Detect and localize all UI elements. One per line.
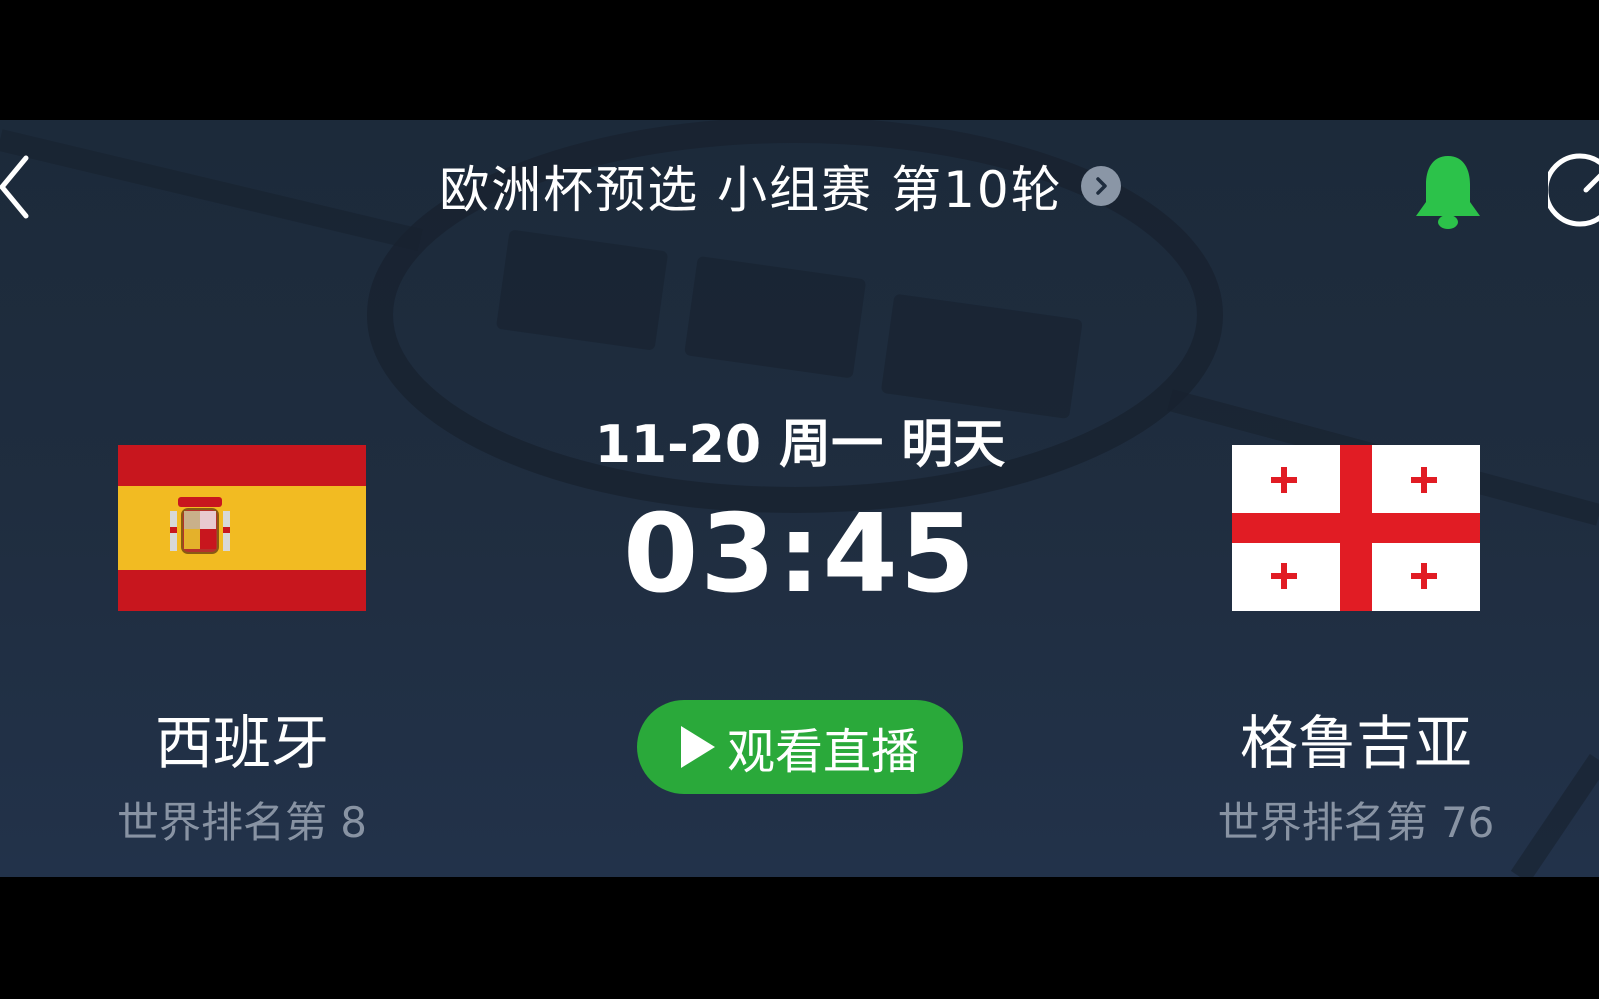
home-team-name[interactable]: 西班牙 — [52, 705, 432, 781]
match-header-panel: 欧洲杯预选 小组赛 第10轮 11-20 周一 明天 03:45 观看直播 西班… — [0, 120, 1599, 877]
away-team-rank: 世界排名第 76 — [1217, 798, 1495, 847]
bell-icon[interactable] — [1410, 150, 1486, 232]
refresh-icon[interactable] — [1548, 152, 1599, 228]
play-icon — [680, 726, 715, 768]
chevron-right-icon — [1080, 166, 1121, 206]
back-icon[interactable] — [0, 152, 40, 222]
competition-title[interactable]: 欧洲杯预选 小组赛 第10轮 — [380, 156, 1180, 219]
home-team-rank: 世界排名第 8 — [116, 798, 368, 847]
match-date: 11-20 周一 明天 — [594, 415, 1006, 475]
app-frame: 欧洲杯预选 小组赛 第10轮 11-20 周一 明天 03:45 观看直播 西班… — [0, 0, 1599, 999]
competition-title-text: 欧洲杯预选 小组赛 第10轮 — [439, 161, 1063, 219]
kickoff-time: 03:45 — [623, 492, 977, 617]
georgia-flag — [1232, 445, 1480, 611]
watch-live-button[interactable]: 观看直播 — [637, 700, 963, 794]
watch-live-label: 观看直播 — [726, 724, 919, 780]
spain-flag — [118, 445, 366, 611]
away-team-name[interactable]: 格鲁吉亚 — [1166, 705, 1546, 781]
